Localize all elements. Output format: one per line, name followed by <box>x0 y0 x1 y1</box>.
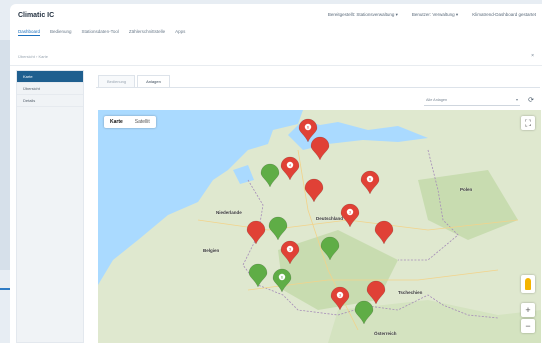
top-bar: Climatic IC Bereitgestellt: Stationsverw… <box>10 4 542 46</box>
top-action-dashboard[interactable]: Klimatrend-Dashboard gestartet <box>472 12 536 18</box>
nav-zaehler[interactable]: Zählerschnittstelle <box>129 29 165 36</box>
refresh-icon[interactable]: ⟳ <box>528 96 534 104</box>
fullscreen-icon[interactable]: ⛶ <box>521 116 535 130</box>
close-icon[interactable]: × <box>531 53 534 59</box>
tabs: Bedienung Anlagen <box>98 75 172 87</box>
sidebar-item-karte[interactable]: Karte <box>17 71 83 83</box>
city-label-deutschland: Deutschland <box>316 216 344 221</box>
zoom-in-button[interactable]: + <box>521 303 535 317</box>
main-nav: Dashboard Bedienung Stationsdaten-Tool Z… <box>18 29 185 36</box>
tab-bedienung[interactable]: Bedienung <box>98 75 136 87</box>
nav-bedienung[interactable]: Bedienung <box>50 29 72 36</box>
sidebar-item-details[interactable]: Details <box>17 95 83 107</box>
city-label-belgien: Belgien <box>203 248 220 253</box>
map[interactable]: 6463363 Polen Niederlande Deutschland Be… <box>98 110 541 343</box>
sidebar-item-uebersicht[interactable]: Übersicht <box>17 83 83 95</box>
map-type-satellit[interactable]: Satellit <box>129 116 156 128</box>
zoom-out-button[interactable]: − <box>521 319 535 333</box>
sidebar: Karte Übersicht Details <box>16 70 84 343</box>
city-label-niederlande: Niederlande <box>216 210 242 215</box>
city-label-polen: Polen <box>460 187 473 192</box>
map-canvas: 6463363 <box>98 110 541 343</box>
tab-underline <box>96 87 540 88</box>
top-action-users[interactable]: Benutzer: Verwaltung ▾ <box>412 12 458 18</box>
filter-value: Alle Anlagen <box>426 98 448 102</box>
tab-anlagen[interactable]: Anlagen <box>137 75 170 87</box>
nav-stationsdaten[interactable]: Stationsdaten-Tool <box>82 29 119 36</box>
nav-dashboard[interactable]: Dashboard <box>18 29 41 36</box>
top-actions: Bereitgestellt: Stationsverwaltung ▾ Ben… <box>328 12 536 18</box>
map-type-karte[interactable]: Karte <box>104 116 129 128</box>
city-label-tschechien: Tschechien <box>398 290 423 295</box>
pegman-figure <box>525 278 531 290</box>
divider <box>10 65 542 66</box>
top-action-stations[interactable]: Bereitgestellt: Stationsverwaltung ▾ <box>328 12 398 18</box>
city-label-oesterreich: Österreich <box>374 331 397 336</box>
filter-select[interactable]: Alle Anlagen ▾ <box>424 96 520 106</box>
app-title: Climatic IC <box>18 12 55 19</box>
pegman-icon[interactable] <box>521 275 535 293</box>
content-panel: Übersicht › Karte × Karte Übersicht Deta… <box>10 46 542 343</box>
breadcrumb: Übersicht › Karte <box>18 54 49 59</box>
chevron-down-icon: ▾ <box>515 97 518 102</box>
nav-apps[interactable]: Apps <box>175 29 185 36</box>
map-type-toggle: Karte Satellit <box>104 116 156 128</box>
